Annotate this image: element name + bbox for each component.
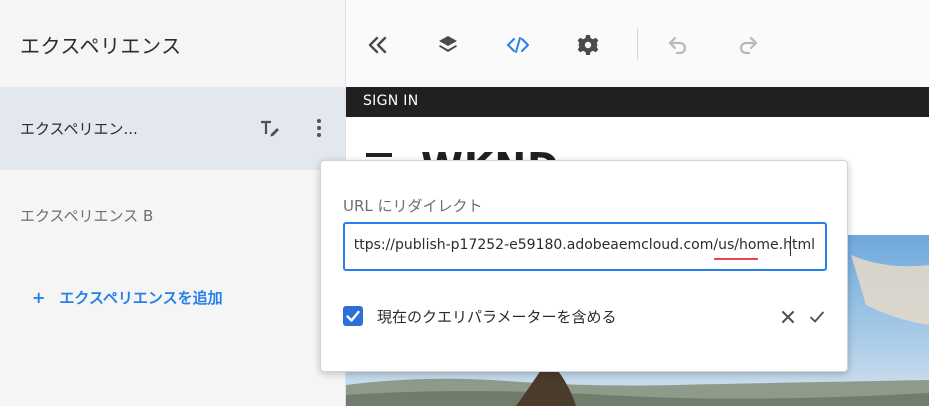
collapse-icon[interactable] xyxy=(366,33,390,57)
signin-bar: SIGN IN xyxy=(346,87,929,117)
add-experience-label: エクスペリエンスを追加 xyxy=(59,288,223,307)
sidebar-item-experience-b[interactable]: エクスペリエンス B xyxy=(20,205,153,226)
gear-icon[interactable] xyxy=(576,33,600,57)
redirect-url-input[interactable] xyxy=(343,222,827,271)
editor-toolbar xyxy=(346,0,929,87)
code-icon[interactable] xyxy=(506,33,530,57)
layers-icon[interactable] xyxy=(436,33,460,57)
rename-icon[interactable] xyxy=(259,117,281,139)
confirm-checkmark-icon[interactable] xyxy=(809,309,825,325)
cancel-icon[interactable] xyxy=(780,309,796,325)
sidebar-item-label: エクスペリエン... xyxy=(20,120,138,138)
sidebar-item-experience-a[interactable]: エクスペリエン... xyxy=(0,87,345,170)
experiences-sidebar: エクスペリエンス エクスペリエン... エクスペリエンス B + エクスペリエン… xyxy=(0,0,346,406)
signin-link[interactable]: SIGN IN xyxy=(363,93,419,109)
redo-icon[interactable] xyxy=(736,33,760,57)
undo-icon[interactable] xyxy=(666,33,690,57)
text-caret xyxy=(790,236,791,256)
sidebar-title: エクスペリエンス xyxy=(20,34,182,58)
plus-icon: + xyxy=(32,287,46,307)
checkmark-icon xyxy=(346,310,360,322)
spellcheck-underline xyxy=(714,258,758,260)
add-experience-button[interactable]: + エクスペリエンスを追加 xyxy=(32,286,223,308)
app-root: エクスペリエンス エクスペリエン... エクスペリエンス B + エクスペリエン… xyxy=(0,0,929,406)
toolbar-divider xyxy=(637,28,638,60)
include-query-params-label: 現在のクエリパラメーターを含める xyxy=(377,308,617,326)
include-query-params-checkbox[interactable] xyxy=(343,306,363,326)
redirect-url-popover: URL にリダイレクト https://publish-p17252-e5918… xyxy=(320,160,848,372)
more-options-icon[interactable] xyxy=(310,117,328,139)
redirect-url-label: URL にリダイレクト xyxy=(343,197,483,215)
